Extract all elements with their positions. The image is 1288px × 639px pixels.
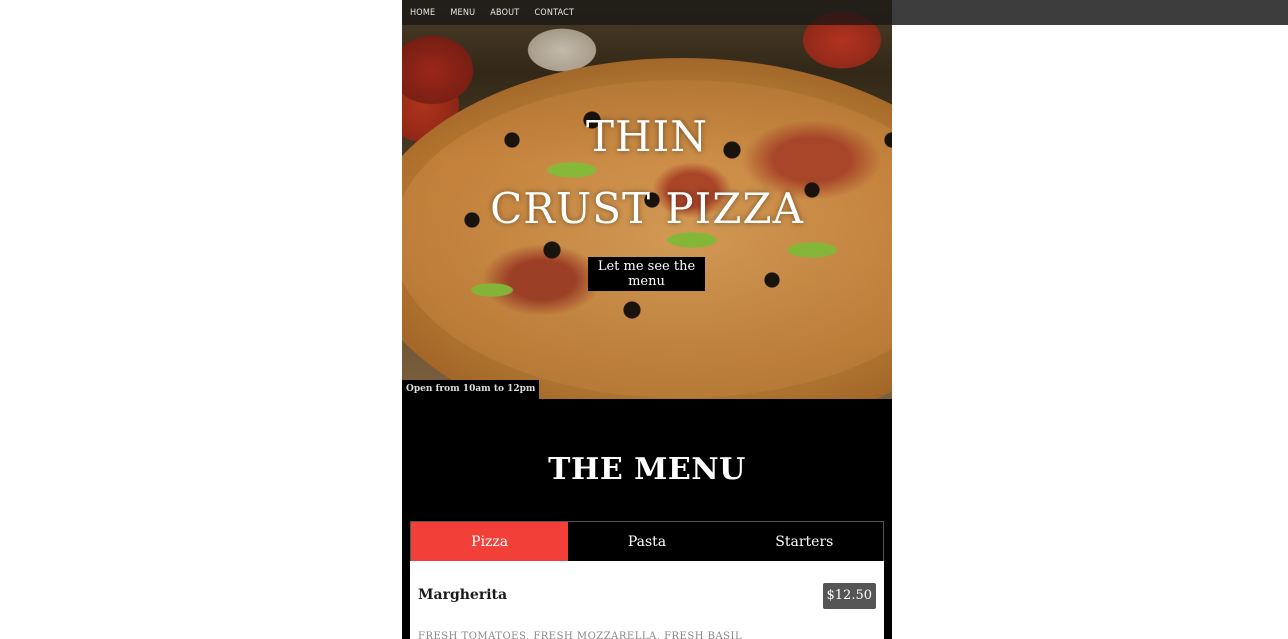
open-hours-badge: Open from 10am to 12pm — [402, 380, 540, 399]
top-bar-extension — [892, 0, 1288, 25]
menu-item-price: $12.50 — [822, 583, 876, 609]
tab-starters[interactable]: Starters — [726, 522, 883, 561]
see-menu-button[interactable]: Let me see the menu — [588, 257, 705, 291]
hero-title-line2: CRUST PIZZA — [490, 184, 804, 233]
hero-title-line1: THIN — [586, 112, 708, 161]
nav-home[interactable]: HOME — [410, 8, 435, 18]
page: HOME MENU ABOUT CONTACT THIN CRUST PIZZA… — [402, 0, 892, 639]
menu-title: THE MENU — [548, 452, 746, 487]
menu-item-description: Fresh tomatoes, fresh mozzarella, fresh … — [418, 631, 743, 639]
menu-panel: Margherita $12.50 Fresh tomatoes, fresh … — [410, 561, 884, 639]
menu-item-name: Margherita — [418, 587, 508, 603]
menu-tabs: Pizza Pasta Starters — [410, 521, 884, 562]
tab-pizza[interactable]: Pizza — [411, 522, 569, 561]
hero-section: HOME MENU ABOUT CONTACT THIN CRUST PIZZA… — [402, 0, 892, 399]
nav-contact[interactable]: CONTACT — [534, 8, 574, 18]
tab-pasta[interactable]: Pasta — [568, 522, 725, 561]
nav-about[interactable]: ABOUT — [490, 8, 519, 18]
main-nav: HOME MENU ABOUT CONTACT — [402, 0, 892, 25]
nav-menu[interactable]: MENU — [450, 8, 475, 18]
